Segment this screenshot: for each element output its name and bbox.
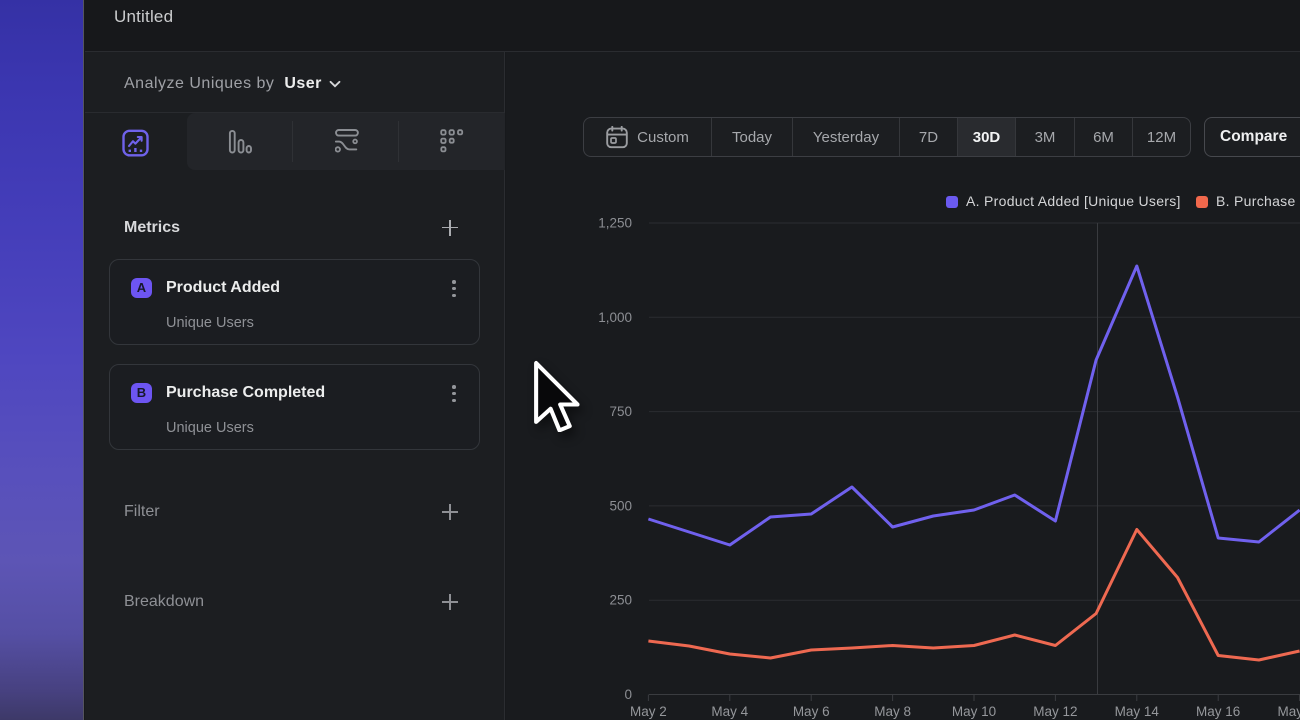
svg-text:0: 0 bbox=[624, 687, 632, 702]
svg-text:May 2: May 2 bbox=[630, 704, 667, 719]
svg-text:May 4: May 4 bbox=[711, 704, 748, 719]
svg-text:1,250: 1,250 bbox=[598, 216, 632, 231]
svg-text:May 16: May 16 bbox=[1196, 704, 1240, 719]
svg-text:May 14: May 14 bbox=[1115, 704, 1160, 719]
svg-text:750: 750 bbox=[609, 404, 632, 419]
svg-text:May 10: May 10 bbox=[952, 704, 996, 719]
svg-text:1,000: 1,000 bbox=[598, 310, 632, 325]
svg-text:500: 500 bbox=[609, 498, 632, 513]
svg-text:May 18: May 18 bbox=[1277, 704, 1300, 719]
svg-text:May 12: May 12 bbox=[1033, 704, 1077, 719]
svg-text:May 8: May 8 bbox=[874, 704, 911, 719]
svg-text:May 6: May 6 bbox=[793, 704, 830, 719]
svg-text:250: 250 bbox=[609, 593, 632, 608]
